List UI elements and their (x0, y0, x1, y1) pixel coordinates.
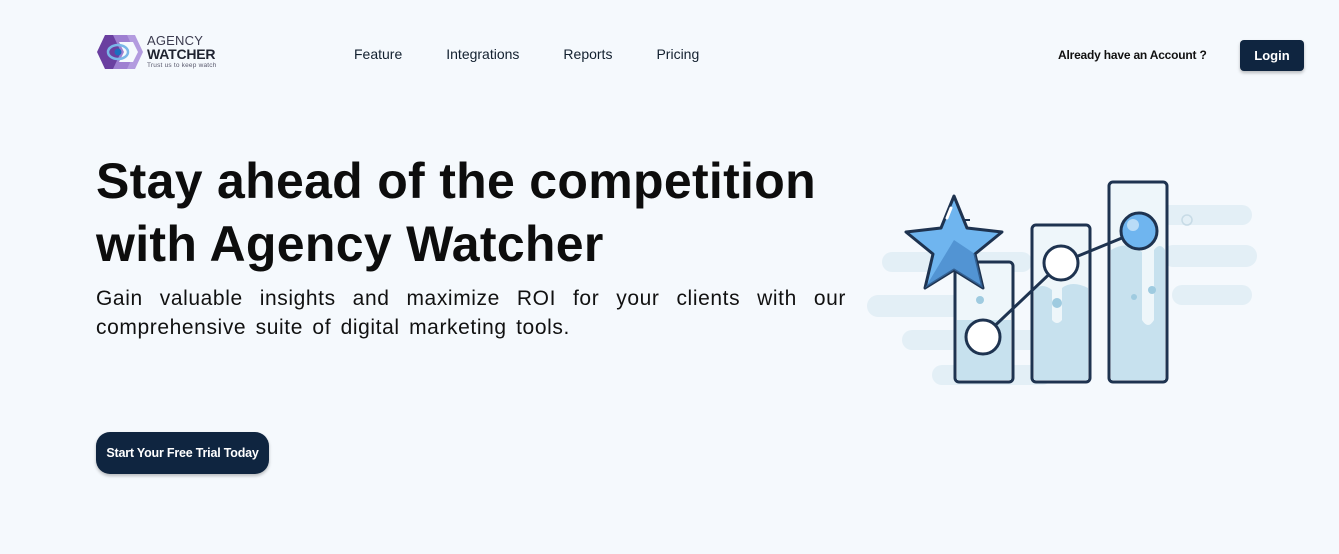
nav-item-reports[interactable]: Reports (563, 45, 612, 63)
hero-subtitle: Gain valuable insights and maximize ROI … (96, 287, 846, 339)
main-nav: Feature Integrations Reports Pricing (354, 45, 743, 63)
hero-title-line2: with Agency Watcher (96, 216, 604, 272)
hero-title-line1: Stay ahead of the competition (96, 153, 816, 209)
hero-title: Stay ahead of the competition with Agenc… (96, 150, 856, 276)
login-button[interactable]: Login (1240, 40, 1304, 71)
brand-name-line2: WATCHER (147, 46, 216, 62)
brand-tagline: Trust us to keep watch (147, 62, 217, 69)
nav-item-integrations[interactable]: Integrations (446, 45, 519, 63)
eye-hexagon-logo-icon (97, 35, 143, 69)
start-free-trial-button[interactable]: Start Your Free Trial Today (96, 432, 269, 474)
brand-logo[interactable]: AGENCY WATCHER Trust us to keep watch (95, 33, 230, 73)
nav-item-pricing[interactable]: Pricing (656, 45, 699, 63)
growth-chart-star-illustration (867, 180, 1257, 385)
account-prompt: Already have an Account ? (1058, 48, 1207, 62)
nav-item-feature[interactable]: Feature (354, 45, 402, 63)
